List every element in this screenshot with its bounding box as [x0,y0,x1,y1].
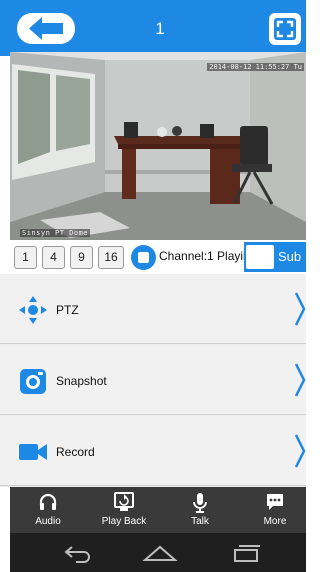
back-button[interactable] [17,13,75,44]
stream-toggle[interactable]: Sub [244,242,306,272]
chat-more-icon [267,494,283,510]
chevron-right-icon [294,434,306,468]
system-nav-bar [10,533,306,572]
back-icon[interactable] [62,543,94,563]
menu-item-label: PTZ [56,303,79,317]
recents-icon[interactable] [232,543,262,563]
home-icon[interactable] [142,543,178,563]
video-camera-icon [19,444,47,460]
back-arrow-icon [29,17,63,40]
menu-item-ptz[interactable]: PTZ [0,274,306,344]
tab-label: More [263,516,287,527]
fullscreen-button[interactable] [269,13,301,45]
playback-icon [114,492,134,511]
channel-bar: 1 4 9 16 Channel:1 Playing Sub [0,240,306,274]
app-header: 1 [0,0,306,56]
camera-icon [20,369,46,394]
tab-playback[interactable]: Play Back [94,487,154,533]
grid-1-button[interactable]: 1 [14,246,37,269]
fullscreen-icon [274,18,296,40]
page-title: 1 [155,19,165,38]
menu-item-label: Snapshot [56,374,107,388]
video-timestamp: 2014-08-12 11:55:27 Tu [207,63,304,71]
menu-item-label: Record [56,445,95,459]
tab-label: Audio [35,516,61,527]
headphones-icon [39,493,57,510]
grid-9-button[interactable]: 9 [70,246,93,269]
video-scene [10,52,306,240]
channel-status: Channel:1 Playing [159,249,245,263]
bottom-tab-bar: Audio Play Back Talk More [10,487,306,533]
tab-label: Play Back [101,516,147,527]
grid-16-button[interactable]: 16 [98,246,124,269]
tab-label: Talk [191,516,209,527]
ptz-arrows-icon [19,296,47,324]
grid-4-button[interactable]: 4 [42,246,65,269]
control-menu: PTZ Snapshot Record [0,274,306,487]
menu-item-snapshot[interactable]: Snapshot [0,345,306,415]
stop-icon[interactable] [131,245,156,270]
tab-talk[interactable]: Talk [170,487,230,533]
chevron-right-icon [294,292,306,326]
tab-audio[interactable]: Audio [18,487,78,533]
chevron-right-icon [294,363,306,397]
camera-label: Sinsyn PT Dome [20,229,91,237]
stream-toggle-label: Sub [278,249,302,264]
toggle-knob [246,245,274,269]
video-feed[interactable]: 2014-08-12 11:55:27 Tu Sinsyn PT Dome [10,52,306,240]
microphone-icon [193,493,207,513]
tab-more[interactable]: More [245,487,305,533]
menu-item-record[interactable]: Record [0,416,306,486]
